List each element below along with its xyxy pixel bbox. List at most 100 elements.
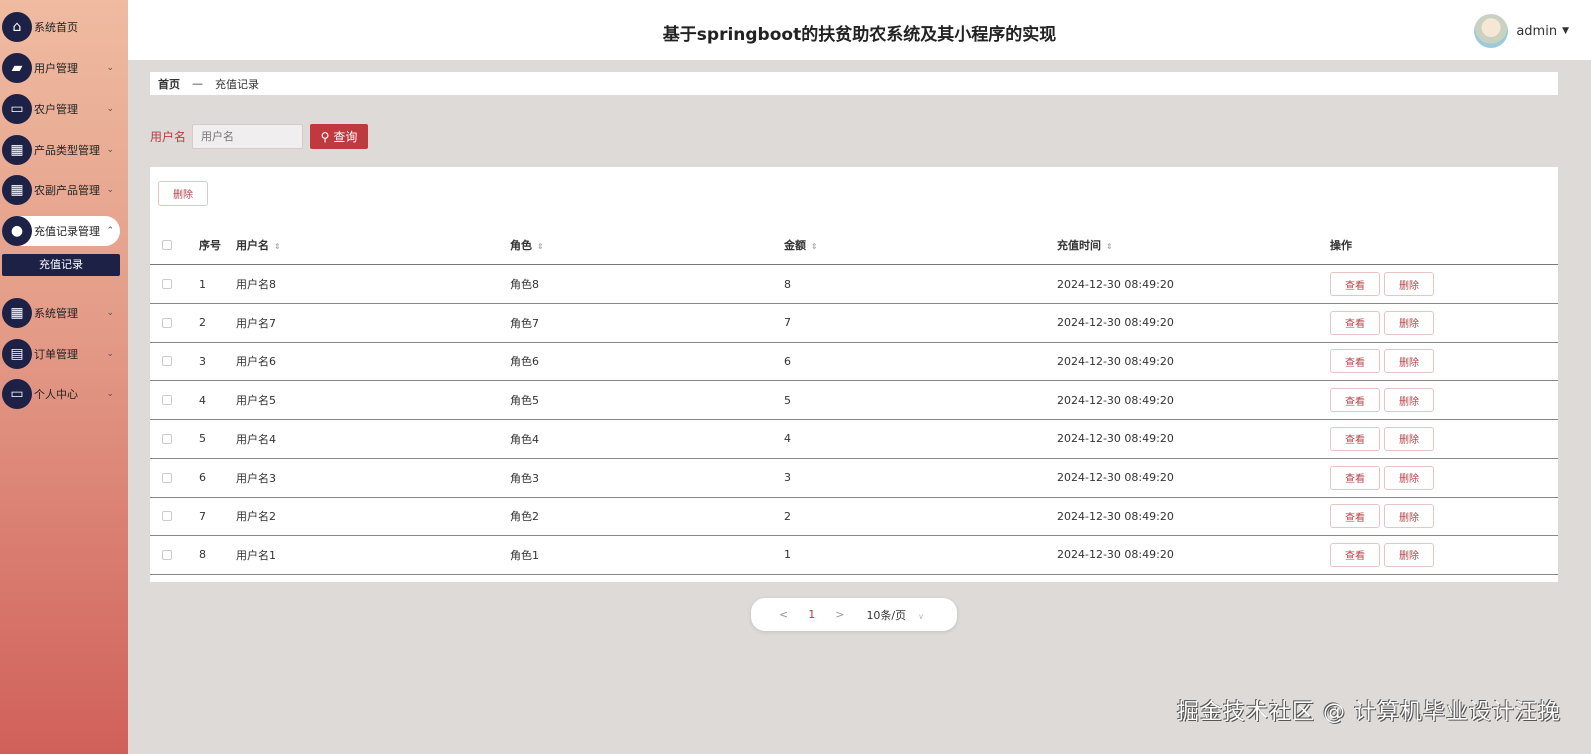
header-role[interactable]: 角色 ⇕: [510, 237, 544, 253]
sidebar-subitem-recharge-records[interactable]: 充值记录: [2, 254, 120, 276]
sidebar-item-8[interactable]: ▭ 个人中心 ⌄: [2, 379, 120, 409]
cell-amount: 1: [784, 548, 791, 562]
user-menu[interactable]: admin ▼: [1474, 14, 1569, 48]
header-time[interactable]: 充值时间 ⇕: [1057, 237, 1113, 253]
delete-button[interactable]: 删除: [1384, 310, 1434, 335]
delete-button[interactable]: 删除: [1384, 388, 1434, 413]
delete-button[interactable]: 删除: [1384, 349, 1434, 374]
grid-icon: ▦: [2, 175, 32, 205]
sidebar-item-4[interactable]: ▦ 农副产品管理 ⌄: [2, 175, 120, 205]
cell-index: 3: [199, 354, 206, 368]
cell-index: 8: [199, 548, 206, 562]
page-1[interactable]: 1: [808, 608, 815, 621]
table-row: 3 用户名6 角色6 6 2024-12-30 08:49:20 查看 删除: [150, 342, 1558, 382]
cell-time: 2024-12-30 08:49:20: [1057, 354, 1174, 368]
view-button[interactable]: 查看: [1330, 388, 1380, 413]
chevron-icon: ⌃: [106, 226, 114, 236]
user-icon: ●: [2, 216, 32, 246]
cell-amount: 6: [784, 354, 791, 368]
table-row: 8 用户名1 角色1 1 2024-12-30 08:49:20 查看 删除: [150, 536, 1558, 575]
table-card: 删除 序号 用户名 ⇕ 角色 ⇕ 金额 ⇕ 充值时间 ⇕ 操作 1 用户名8 角色8 8 202…: [150, 167, 1558, 582]
cell-index: 7: [199, 509, 206, 523]
clipboard-icon: ▤: [2, 339, 32, 369]
sidebar-item-label: 系统首页: [34, 21, 78, 34]
cell-amount: 4: [784, 432, 791, 446]
view-button[interactable]: 查看: [1330, 310, 1380, 335]
row-checkbox[interactable]: [162, 356, 172, 367]
view-button[interactable]: 查看: [1330, 504, 1380, 529]
cell-time: 2024-12-30 08:49:20: [1057, 509, 1174, 523]
cell-role: 角色7: [510, 316, 539, 330]
cell-time: 2024-12-30 08:49:20: [1057, 393, 1174, 407]
cell-username: 用户名1: [236, 548, 276, 562]
cell-username: 用户名4: [236, 432, 276, 446]
table-row: 5 用户名4 角色4 4 2024-12-30 08:49:20 查看 删除: [150, 420, 1558, 459]
cell-role: 角色3: [510, 471, 539, 485]
sidebar-item-7[interactable]: ▤ 订单管理 ⌄: [2, 339, 120, 369]
search-button[interactable]: ⚲ 查询: [310, 124, 369, 149]
row-checkbox[interactable]: [162, 395, 172, 406]
bulk-delete-button[interactable]: 删除: [158, 181, 208, 206]
cell-index: 4: [199, 393, 206, 407]
delete-button[interactable]: 删除: [1384, 504, 1434, 529]
sidebar-item-label: 农副产品管理: [34, 184, 100, 197]
sidebar-item-label: 产品类型管理: [34, 144, 100, 157]
search-button-label: 查询: [333, 130, 358, 144]
delete-button[interactable]: 删除: [1384, 426, 1434, 451]
sidebar-item-6[interactable]: ▦ 系统管理 ⌄: [2, 298, 120, 328]
row-checkbox[interactable]: [162, 279, 172, 289]
next-page-button[interactable]: >: [835, 608, 844, 621]
delete-button[interactable]: 删除: [1384, 272, 1434, 296]
monitor-icon: ▭: [2, 94, 32, 124]
cell-role: 角色5: [510, 394, 539, 408]
cell-role: 角色1: [510, 548, 539, 562]
cell-username: 用户名6: [236, 355, 276, 369]
card-icon: ▭: [2, 379, 32, 409]
delete-button[interactable]: 删除: [1384, 542, 1434, 567]
row-checkbox[interactable]: [162, 511, 172, 522]
grid-icon: ▦: [2, 298, 32, 328]
avatar: [1474, 14, 1509, 48]
row-checkbox[interactable]: [162, 549, 172, 560]
row-checkbox[interactable]: [162, 433, 172, 444]
sidebar-item-0[interactable]: ⌂ 系统首页: [2, 12, 120, 42]
view-button[interactable]: 查看: [1330, 349, 1380, 374]
caret-down-icon: ▼: [1562, 26, 1569, 36]
chevron-icon: ⌄: [106, 145, 114, 155]
sidebar-item-2[interactable]: ▭ 农户管理 ⌄: [2, 94, 120, 124]
cell-role: 角色2: [510, 510, 539, 524]
cell-amount: 7: [784, 316, 791, 330]
view-button[interactable]: 查看: [1330, 542, 1380, 567]
sidebar: ⌂ 系统首页 ▰ 用户管理 ⌄ ▭ 农户管理 ⌄ ▦ 产品类型管理 ⌄ ▦ 农副产品管理 ⌄ ● 充值记录管理…: [0, 0, 128, 754]
select-all-checkbox[interactable]: [162, 239, 172, 250]
cell-index: 6: [199, 471, 206, 484]
cell-username: 用户名3: [236, 471, 276, 485]
watermark: 掘金技术社区 @ 计算机毕业设计汪挽: [1177, 700, 1561, 725]
view-button[interactable]: 查看: [1330, 465, 1380, 490]
sidebar-item-5[interactable]: ● 充值记录管理 ⌃: [2, 216, 120, 246]
row-checkbox[interactable]: [162, 317, 172, 328]
chevron-icon: ⌄: [106, 63, 114, 73]
sidebar-item-1[interactable]: ▰ 用户管理 ⌄: [2, 53, 120, 83]
cell-index: 5: [199, 432, 206, 446]
sidebar-item-3[interactable]: ▦ 产品类型管理 ⌄: [2, 135, 120, 165]
view-button[interactable]: 查看: [1330, 272, 1380, 296]
view-button[interactable]: 查看: [1330, 426, 1380, 451]
header-username[interactable]: 用户名 ⇕: [236, 237, 281, 253]
page-size-select[interactable]: 10条/页 ∨: [866, 607, 924, 623]
header-amount[interactable]: 金额 ⇕: [784, 237, 818, 253]
sidebar-item-label: 充值记录管理: [34, 225, 100, 238]
cell-amount: 2: [784, 509, 791, 523]
sort-icon: ⇕: [537, 241, 544, 251]
delete-button[interactable]: 删除: [1384, 465, 1434, 490]
cell-amount: 3: [784, 471, 791, 484]
breadcrumb-current: 充值记录: [215, 77, 259, 91]
cell-username: 用户名8: [236, 278, 276, 291]
row-checkbox[interactable]: [162, 472, 172, 483]
username-search-input[interactable]: [192, 124, 304, 149]
prev-page-button[interactable]: <: [779, 608, 788, 621]
chevron-down-icon: ∨: [918, 611, 924, 621]
breadcrumb-separator: —: [192, 77, 203, 90]
breadcrumb-home[interactable]: 首页: [158, 76, 180, 92]
chevron-icon: ⌄: [106, 185, 114, 195]
